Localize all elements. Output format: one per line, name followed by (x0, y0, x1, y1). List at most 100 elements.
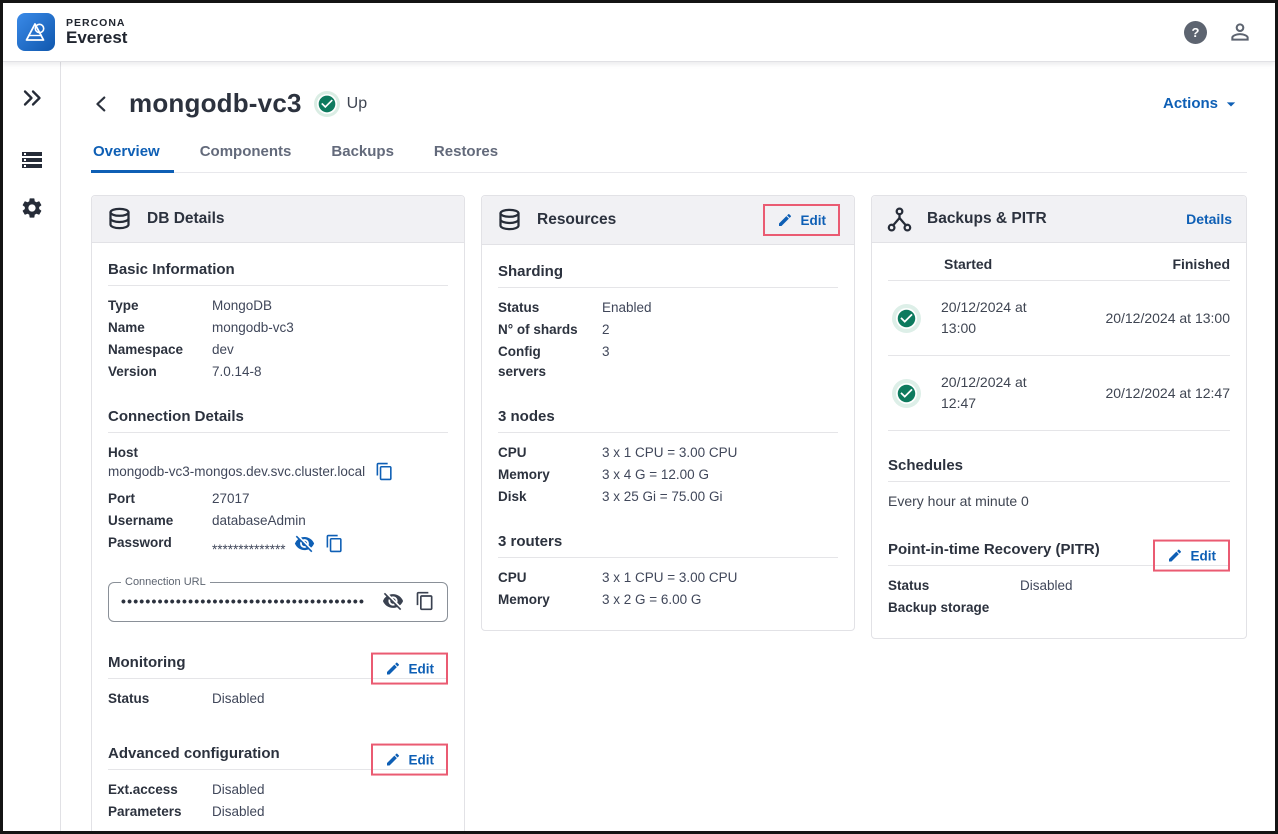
backup-started: 20/12/2024 at 13:00 (941, 297, 1059, 339)
detail-row: Ext.access Disabled (108, 780, 448, 800)
edit-pitr-button[interactable]: Edit (1167, 548, 1217, 564)
card-title-db-details: DB Details (147, 210, 225, 228)
visibility-off-icon[interactable] (294, 533, 315, 554)
detail-row: Namespace dev (108, 340, 448, 360)
help-icon[interactable]: ? (1184, 21, 1207, 44)
row-value: 3 x 1 CPU = 3.00 CPU (602, 443, 737, 463)
backups-table-header: Started Finished (888, 243, 1230, 281)
detail-row: Status Disabled (108, 689, 448, 709)
edit-annotation-highlight: Edit (1153, 540, 1231, 572)
detail-row: Name mongodb-vc3 (108, 318, 448, 338)
database-icon (106, 206, 133, 233)
row-label: CPU (498, 443, 588, 463)
detail-row: Port 27017 (108, 489, 448, 509)
host-value: mongodb-vc3-mongos.dev.svc.cluster.local (108, 464, 365, 479)
row-value: MongoDB (212, 296, 272, 316)
page-title: mongodb-vc3 (129, 88, 302, 119)
edit-resources-button[interactable]: Edit (777, 212, 827, 228)
detail-row: CPU 3 x 1 CPU = 3.00 CPU (498, 568, 838, 588)
row-value: 27017 (212, 489, 250, 509)
everest-logo-icon[interactable] (17, 13, 55, 51)
password-label: Password (108, 533, 198, 560)
detail-row: Memory 3 x 4 G = 12.00 G (498, 465, 838, 485)
row-label: Ext.access (108, 780, 198, 800)
connection-url-value[interactable]: •••••••••••••••••••••••••••••••••••••••• (121, 591, 371, 611)
account-icon[interactable] (1227, 19, 1253, 45)
actions-button[interactable]: Actions (1163, 94, 1247, 114)
settings-icon[interactable] (20, 196, 44, 220)
tab-backups[interactable]: Backups (329, 137, 396, 172)
row-value: Enabled (602, 298, 652, 318)
resources-card: Resources Edit Sharding Status (481, 195, 855, 631)
visibility-off-icon[interactable] (382, 590, 404, 612)
connection-url-label: Connection URL (121, 576, 210, 588)
details-link[interactable]: Details (1186, 211, 1232, 227)
edit-monitoring-button[interactable]: Edit (385, 661, 435, 677)
tab-components[interactable]: Components (198, 137, 294, 172)
copy-icon[interactable] (415, 591, 435, 611)
back-icon[interactable] (91, 92, 113, 116)
edit-icon (385, 752, 401, 768)
row-label: Port (108, 489, 198, 509)
caret-down-icon (1221, 94, 1241, 114)
row-label: Config servers (498, 342, 588, 382)
row-label: N° of shards (498, 320, 588, 340)
row-value: 3 x 25 Gi = 75.00 Gi (602, 487, 722, 507)
brand-everest: Everest (66, 29, 127, 47)
detail-row: Status Enabled (498, 298, 838, 318)
row-label: Type (108, 296, 198, 316)
section-advanced-configuration: Advanced configuration Edit (108, 745, 448, 770)
row-label: Status (888, 576, 1006, 596)
copy-icon[interactable] (325, 534, 344, 553)
detail-row: Disk 3 x 25 Gi = 75.00 Gi (498, 487, 838, 507)
database-icon (496, 207, 523, 234)
detail-row: Config servers 3 (498, 342, 838, 382)
tab-overview[interactable]: Overview (91, 137, 162, 172)
check-circle-icon (896, 308, 917, 329)
row-value: mongodb-vc3 (212, 318, 294, 338)
backups-icon (886, 206, 913, 233)
row-label: Status (108, 689, 198, 709)
edit-advanced-configuration-button[interactable]: Edit (385, 752, 435, 768)
expand-sidebar-icon[interactable] (20, 86, 44, 110)
status-up-icon (317, 94, 337, 114)
section-basic-information: Basic Information (108, 261, 448, 286)
card-title-resources: Resources (537, 211, 616, 229)
section-routers: 3 routers (498, 533, 838, 558)
row-value: Disabled (212, 780, 265, 800)
row-value: 3 x 2 G = 6.00 G (602, 590, 701, 610)
edit-annotation-highlight: Edit (371, 653, 449, 685)
detail-row: Memory 3 x 2 G = 6.00 G (498, 590, 838, 610)
detail-row: Parameters Disabled (108, 802, 448, 822)
row-value: 3 x 1 CPU = 3.00 CPU (602, 568, 737, 588)
column-finished: Finished (1172, 256, 1230, 272)
tab-restores[interactable]: Restores (432, 137, 500, 172)
copy-icon[interactable] (375, 462, 394, 481)
check-circle-icon (896, 383, 917, 404)
detail-row: Type MongoDB (108, 296, 448, 316)
row-value: 7.0.14-8 (212, 362, 262, 382)
row-label: Status (498, 298, 588, 318)
row-value: dev (212, 340, 234, 360)
section-pitr: Point-in-time Recovery (PITR) Edit (888, 541, 1230, 566)
main-content: mongodb-vc3 Up Actions Overview Compone (61, 62, 1275, 831)
databases-icon[interactable] (20, 148, 44, 172)
backups-pitr-card: Backups & PITR Details Started Finished (871, 195, 1247, 639)
section-nodes: 3 nodes (498, 408, 838, 433)
detail-row: Backup storage (888, 598, 1230, 618)
brand-text: PERCONA Everest (66, 18, 127, 47)
section-monitoring: Monitoring Edit (108, 654, 448, 679)
status-badge: Up (317, 94, 367, 114)
tab-bar: Overview Components Backups Restores (91, 137, 1247, 173)
top-bar: PERCONA Everest ? (3, 3, 1275, 62)
brand-percona: PERCONA (66, 18, 127, 29)
edit-icon (385, 661, 401, 677)
connection-url-field: Connection URL •••••••••••••••••••••••••… (108, 576, 448, 622)
edit-annotation-highlight: Edit (371, 744, 449, 776)
row-label: Memory (498, 465, 588, 485)
schedule-text: Every hour at minute 0 (888, 493, 1230, 509)
backup-row: 20/12/2024 at 12:47 20/12/2024 at 12:47 (888, 356, 1230, 431)
backup-finished: 20/12/2024 at 13:00 (1105, 310, 1230, 326)
detail-row: N° of shards 2 (498, 320, 838, 340)
row-label: Disk (498, 487, 588, 507)
